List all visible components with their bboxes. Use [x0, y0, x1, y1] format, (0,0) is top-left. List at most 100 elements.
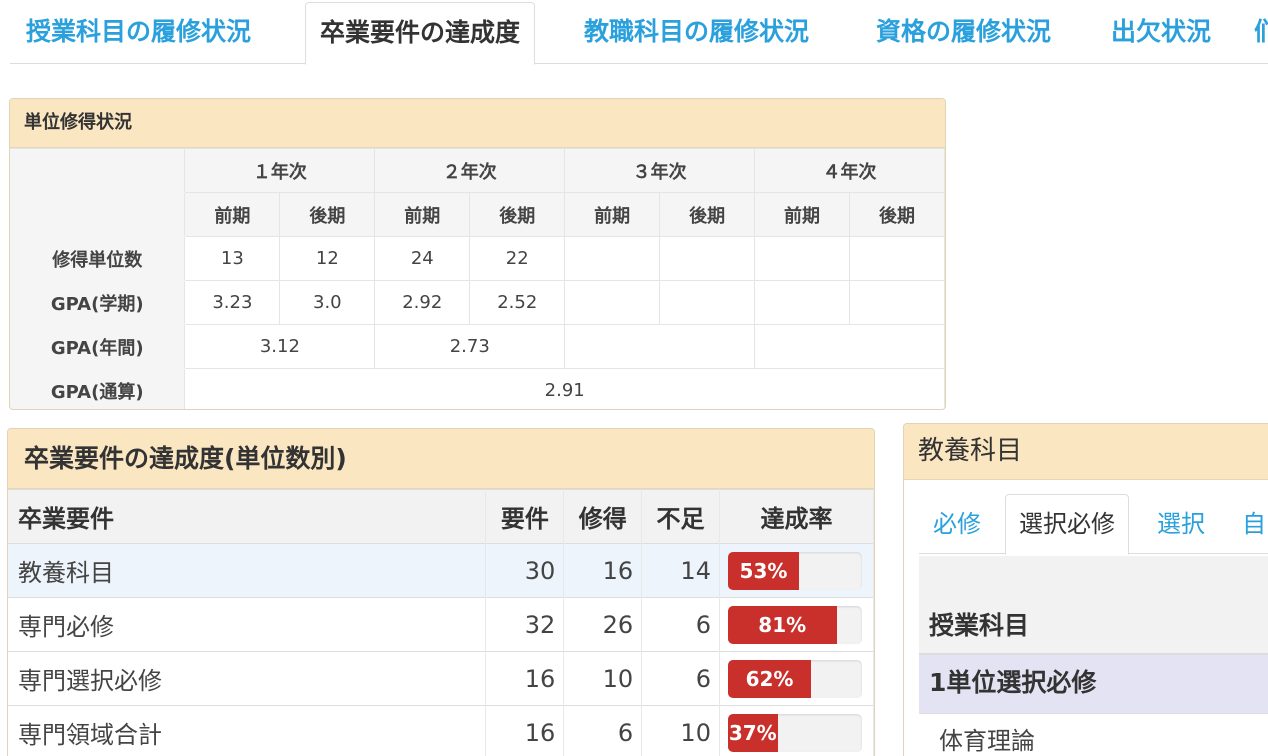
table-row[interactable]: 専門必修 32 26 6 81%: [8, 597, 874, 652]
credit-value: 24: [374, 236, 471, 281]
progress-bar: 81%: [727, 605, 862, 644]
column-course: 授業科目: [919, 556, 1268, 655]
requirements-table: 卒業要件 要件 修得 不足 達成率 教養科目 30 16 14 53% 専門必修…: [8, 489, 874, 756]
row-label-gpa-term: GPA(学期): [10, 280, 186, 325]
credits-panel-title: 単位修得状況: [10, 99, 945, 148]
required-credits: 32: [485, 597, 565, 652]
earned-credits: 10: [563, 651, 643, 706]
credit-value: 12: [279, 236, 376, 281]
tab-course-status[interactable]: 授業科目の履修状況: [26, 14, 251, 50]
tab-free[interactable]: 自: [1242, 504, 1266, 539]
gpa-total-value: 2.91: [184, 368, 945, 409]
header-requirement: 卒業要件: [8, 489, 487, 544]
rate-cell: 81%: [719, 597, 874, 652]
earned-credits: 16: [563, 543, 643, 598]
liberal-arts-panel: 教養科目 必修 選択必修 選択 自 授業科目 1単位選択必修 体育理論: [903, 423, 1268, 756]
tab-elective[interactable]: 選択: [1157, 504, 1205, 539]
rate-cell: 53%: [719, 543, 874, 598]
requirement-name: 教養科目: [8, 543, 487, 598]
progress-bar: 37%: [727, 713, 862, 752]
main-tabs: 授業科目の履修状況 卒業要件の達成度 教職科目の履修状況 資格の履修状況 出欠状…: [10, 0, 1268, 65]
liberal-arts-table: 授業科目 1単位選択必修 体育理論: [919, 556, 1268, 756]
requirement-name: 専門選択必修: [8, 651, 487, 706]
header-earned: 修得: [563, 489, 643, 544]
row-label-gpa-year: GPA(年間): [10, 324, 186, 369]
progress-fill: 37%: [727, 713, 778, 752]
liberal-arts-tabs: 必修 選択必修 選択 自: [919, 480, 1268, 555]
gpa-term-empty: [564, 280, 661, 325]
term-header: 前期: [374, 192, 471, 237]
shortage-credits: 6: [641, 597, 720, 652]
term-header: 後期: [279, 192, 376, 237]
table-corner-2: [10, 192, 186, 237]
requirements-panel: 卒業要件の達成度(単位数別) 卒業要件 要件 修得 不足 達成率 教養科目 30…: [7, 428, 875, 756]
term-header: 前期: [754, 192, 851, 237]
year-header-1: １年次: [184, 148, 376, 193]
gpa-year-value: 2.73: [374, 324, 566, 369]
gpa-year-empty: [564, 324, 756, 369]
credits-panel: 単位修得状況 １年次 ２年次 ３年次 ４年次 前期 後期 前期 後期 前期 後期…: [9, 98, 946, 410]
gpa-term-value: 2.52: [469, 280, 566, 325]
gpa-term-empty: [659, 280, 756, 325]
tab-attendance[interactable]: 出欠状況: [1111, 14, 1211, 50]
term-header: 後期: [849, 192, 945, 237]
required-credits: 30: [485, 543, 565, 598]
gpa-year-empty: [754, 324, 945, 369]
term-header: 前期: [564, 192, 661, 237]
requirement-name: 専門必修: [8, 597, 487, 652]
shortage-credits: 10: [641, 705, 720, 756]
table-row[interactable]: 専門選択必修 16 10 6 62%: [8, 651, 874, 706]
shortage-credits: 14: [641, 543, 720, 598]
list-item[interactable]: 体育理論: [919, 713, 1268, 756]
progress-fill: 81%: [727, 605, 837, 644]
credit-value-empty: [659, 236, 756, 281]
liberal-arts-panel-title: 教養科目: [904, 424, 1268, 480]
gpa-term-value: 3.0: [279, 280, 376, 325]
required-credits: 16: [485, 705, 565, 756]
progress-fill: 62%: [727, 659, 812, 698]
required-credits: 16: [485, 651, 565, 706]
gpa-year-value: 3.12: [184, 324, 376, 369]
credits-table: １年次 ２年次 ３年次 ４年次 前期 後期 前期 後期 前期 後期 前期 後期 …: [10, 148, 945, 409]
tab-more[interactable]: 们: [1254, 14, 1268, 50]
gpa-term-value: 2.92: [374, 280, 471, 325]
table-row[interactable]: 専門領域合計 16 6 10 37%: [8, 705, 874, 756]
tab-graduation-requirements[interactable]: 卒業要件の達成度: [305, 2, 536, 65]
group-row: 1単位選択必修: [919, 655, 1268, 713]
rate-cell: 37%: [719, 705, 874, 756]
credit-value-empty: [849, 236, 945, 281]
tab-selective-required[interactable]: 選択必修: [1005, 494, 1129, 555]
tab-teaching-courses[interactable]: 教職科目の履修状況: [584, 14, 809, 50]
credit-value: 22: [469, 236, 566, 281]
gpa-term-value: 3.23: [184, 280, 281, 325]
row-label-credits: 修得単位数: [10, 236, 186, 281]
table-row[interactable]: 教養科目 30 16 14 53%: [8, 543, 874, 598]
header-rate: 達成率: [719, 489, 874, 544]
term-header: 後期: [469, 192, 566, 237]
tab-qualification-courses[interactable]: 資格の履修状況: [876, 14, 1051, 50]
term-header: 後期: [659, 192, 756, 237]
header-required: 要件: [485, 489, 565, 544]
year-header-2: ２年次: [374, 148, 566, 193]
credit-value: 13: [184, 236, 281, 281]
credit-value-empty: [564, 236, 661, 281]
requirements-header-row: 卒業要件 要件 修得 不足 達成率: [8, 489, 874, 544]
progress-bar: 62%: [727, 659, 862, 698]
tab-required[interactable]: 必修: [933, 504, 981, 539]
earned-credits: 6: [563, 705, 643, 756]
requirements-panel-title: 卒業要件の達成度(単位数別): [8, 429, 874, 489]
term-header: 前期: [184, 192, 281, 237]
rate-cell: 62%: [719, 651, 874, 706]
year-header-4: ４年次: [754, 148, 945, 193]
requirement-name: 専門領域合計: [8, 705, 487, 756]
earned-credits: 26: [563, 597, 643, 652]
gpa-term-empty: [754, 280, 851, 325]
credit-value-empty: [754, 236, 851, 281]
gpa-term-empty: [849, 280, 945, 325]
row-label-gpa-total: GPA(通算): [10, 368, 186, 409]
year-header-3: ３年次: [564, 148, 756, 193]
progress-fill: 53%: [727, 551, 799, 590]
progress-bar: 53%: [727, 551, 862, 590]
table-corner: [10, 148, 186, 193]
shortage-credits: 6: [641, 651, 720, 706]
